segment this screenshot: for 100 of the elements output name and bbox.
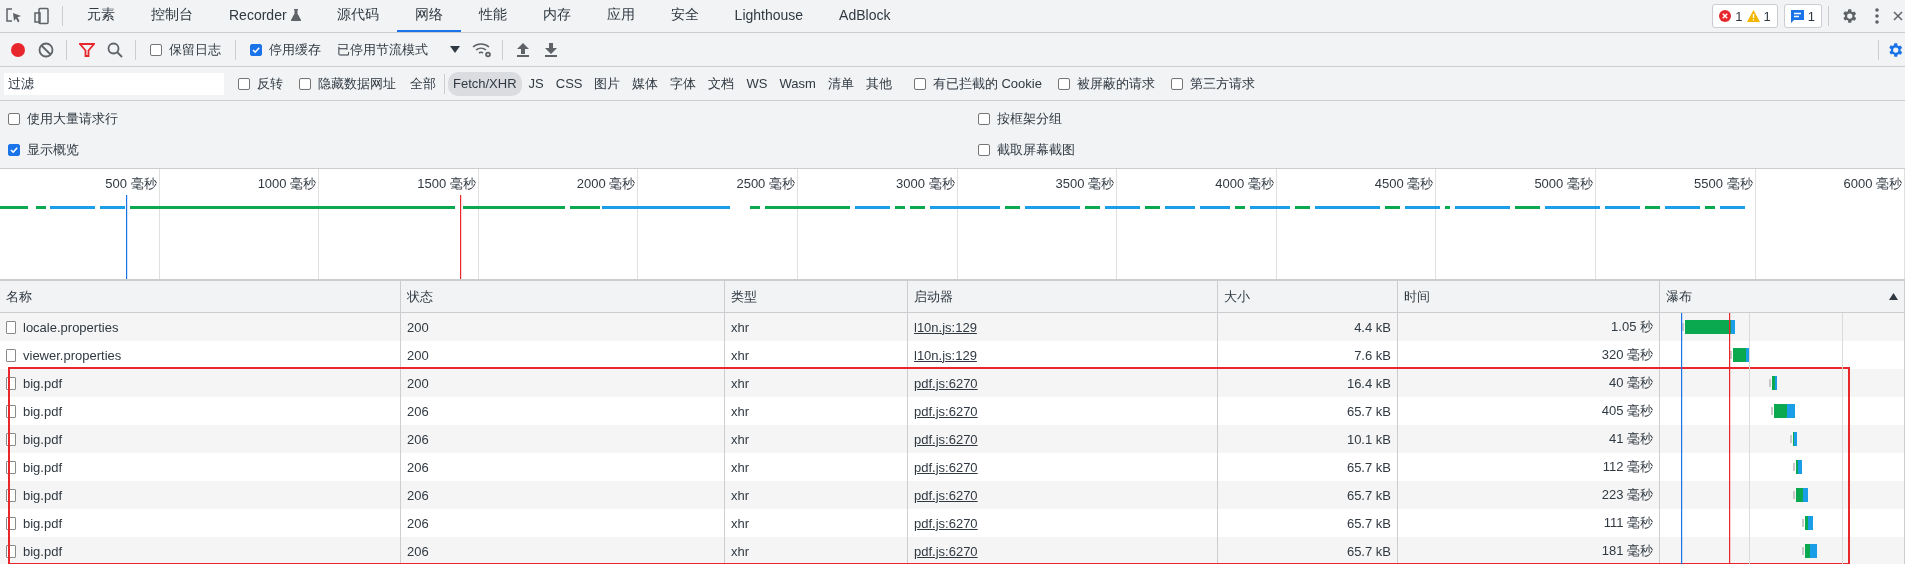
time-tick: 500 毫秒 <box>105 176 157 191</box>
type-filter[interactable]: 字体 <box>665 71 702 96</box>
column-header[interactable]: 时间 <box>1398 281 1660 312</box>
initiator-link[interactable]: pdf.js:6270 <box>914 431 978 447</box>
type-filter[interactable]: JS <box>523 71 549 96</box>
table-cell: xhr <box>731 515 750 531</box>
initiator-link[interactable]: pdf.js:6270 <box>914 459 978 475</box>
tab[interactable]: 内存 <box>524 0 589 32</box>
initiator-link[interactable]: pdf.js:6270 <box>914 375 978 391</box>
time-tick: 1000 毫秒 <box>257 176 317 191</box>
checkbox[interactable] <box>299 77 311 90</box>
checkbox[interactable] <box>150 43 162 56</box>
checkbox[interactable] <box>250 43 262 56</box>
table-cell: big.pdf <box>23 543 63 559</box>
table-cell: 7.6 kB <box>1354 347 1391 363</box>
checkbox[interactable] <box>978 144 990 157</box>
table-cell: 320 毫秒 <box>1601 346 1653 364</box>
tab[interactable]: 性能 <box>460 0 525 32</box>
waterfall-bar-drawing <box>1802 544 1817 558</box>
column-header[interactable]: 启动器 <box>908 281 1218 312</box>
time-tick: 5000 毫秒 <box>1534 176 1593 191</box>
type-filter[interactable]: 媒体 <box>627 71 664 96</box>
initiator-link[interactable]: l10n.js:129 <box>914 347 977 363</box>
checkbox[interactable] <box>1057 77 1070 90</box>
file-icon <box>6 488 16 502</box>
column-header[interactable]: 名称 <box>0 281 401 312</box>
caret-icon <box>450 46 460 53</box>
table-cell: xhr <box>731 459 750 475</box>
tab[interactable]: 元素 <box>69 0 133 32</box>
file-icon <box>6 376 16 390</box>
record-icon[interactable] <box>10 41 26 58</box>
initiator-link[interactable]: pdf.js:6270 <box>914 515 978 531</box>
settings-icon[interactable] <box>1840 7 1858 25</box>
table-cell: 10.1 kB <box>1346 431 1391 447</box>
checkbox[interactable] <box>238 77 250 90</box>
checkbox-label: 截取屏幕截图 <box>997 141 1075 160</box>
type-filter[interactable]: 清单 <box>822 71 859 96</box>
tab[interactable]: Lighthouse <box>716 0 822 32</box>
tab[interactable]: 控制台 <box>133 0 211 32</box>
type-filter[interactable]: WS <box>741 71 773 96</box>
table-cell: 206 <box>407 431 429 447</box>
tab[interactable]: 应用 <box>588 0 653 32</box>
sort-icon <box>1889 293 1898 300</box>
time-tick: 4000 毫秒 <box>1215 176 1274 191</box>
flask-icon <box>290 9 301 21</box>
type-filter[interactable]: Fetch/XHR <box>448 71 522 96</box>
table-cell: 206 <box>407 543 429 559</box>
type-filter[interactable]: 图片 <box>589 71 626 96</box>
checkbox[interactable] <box>8 144 20 157</box>
initiator-link[interactable]: l10n.js:129 <box>914 319 977 335</box>
column-header[interactable]: 状态 <box>401 281 725 312</box>
time-tick: 3500 毫秒 <box>1055 176 1115 191</box>
settings-icon[interactable] <box>1886 40 1904 59</box>
filter-field[interactable]: 过滤 <box>4 72 224 95</box>
table-cell: 206 <box>407 487 429 503</box>
warning-icon <box>1746 10 1760 22</box>
checkbox[interactable] <box>913 77 926 90</box>
checkbox[interactable] <box>978 112 990 125</box>
waterfall-bar-drawing <box>1730 348 1749 362</box>
type-filter[interactable]: Wasm <box>774 71 821 96</box>
time-tick: 6000 毫秒 <box>1843 176 1902 191</box>
initiator-link[interactable]: pdf.js:6270 <box>914 543 978 559</box>
issues-counter[interactable]: 1 1 <box>1712 4 1778 28</box>
table-cell: big.pdf <box>23 487 63 503</box>
tab[interactable]: AdBlock <box>821 0 909 32</box>
table-cell: 16.4 kB <box>1346 375 1391 391</box>
type-filter[interactable]: 其他 <box>860 71 897 96</box>
checkbox-label: 反转 <box>257 74 283 93</box>
table-cell: big.pdf <box>23 515 63 531</box>
column-header[interactable]: 大小 <box>1218 281 1398 312</box>
column-header[interactable]: 类型 <box>725 281 908 312</box>
table-cell: xhr <box>731 375 750 391</box>
column-header[interactable]: 瀑布 <box>1660 281 1905 312</box>
table-cell: xhr <box>731 431 750 447</box>
checkbox[interactable] <box>1170 77 1183 90</box>
waterfall-bar-drawing <box>1793 460 1802 474</box>
file-icon <box>6 404 16 418</box>
tab[interactable]: Recorder <box>211 0 319 32</box>
table-cell: xhr <box>731 487 750 503</box>
waterfall-bar-drawing <box>1682 320 1735 334</box>
checkbox[interactable] <box>8 112 20 125</box>
table-cell: 65.7 kB <box>1346 487 1391 503</box>
initiator-link[interactable]: pdf.js:6270 <box>914 487 978 503</box>
checkbox-label: 第三方请求 <box>1189 74 1255 93</box>
initiator-link[interactable]: pdf.js:6270 <box>914 403 978 419</box>
tab[interactable]: 源代码 <box>318 0 397 32</box>
messages-counter[interactable]: 1 <box>1783 4 1822 28</box>
table-cell: big.pdf <box>23 431 63 447</box>
checkbox-label: 隐藏数据网址 <box>318 74 396 93</box>
table-cell: 223 毫秒 <box>1601 486 1653 504</box>
table-cell: 200 <box>407 375 429 391</box>
waterfall-bar-drawing <box>1771 404 1795 418</box>
tab[interactable]: 安全 <box>652 0 717 32</box>
throttling-dropdown[interactable]: 已停用节流模式 <box>329 40 468 59</box>
type-filter[interactable]: CSS <box>550 71 588 96</box>
table-cell: xhr <box>731 347 750 363</box>
type-filter[interactable]: 文档 <box>703 71 740 96</box>
table-cell: locale.properties <box>23 319 119 335</box>
checkbox-label: 有已拦截的 Cookie <box>932 74 1042 93</box>
type-filter[interactable]: 全部 <box>405 71 441 96</box>
